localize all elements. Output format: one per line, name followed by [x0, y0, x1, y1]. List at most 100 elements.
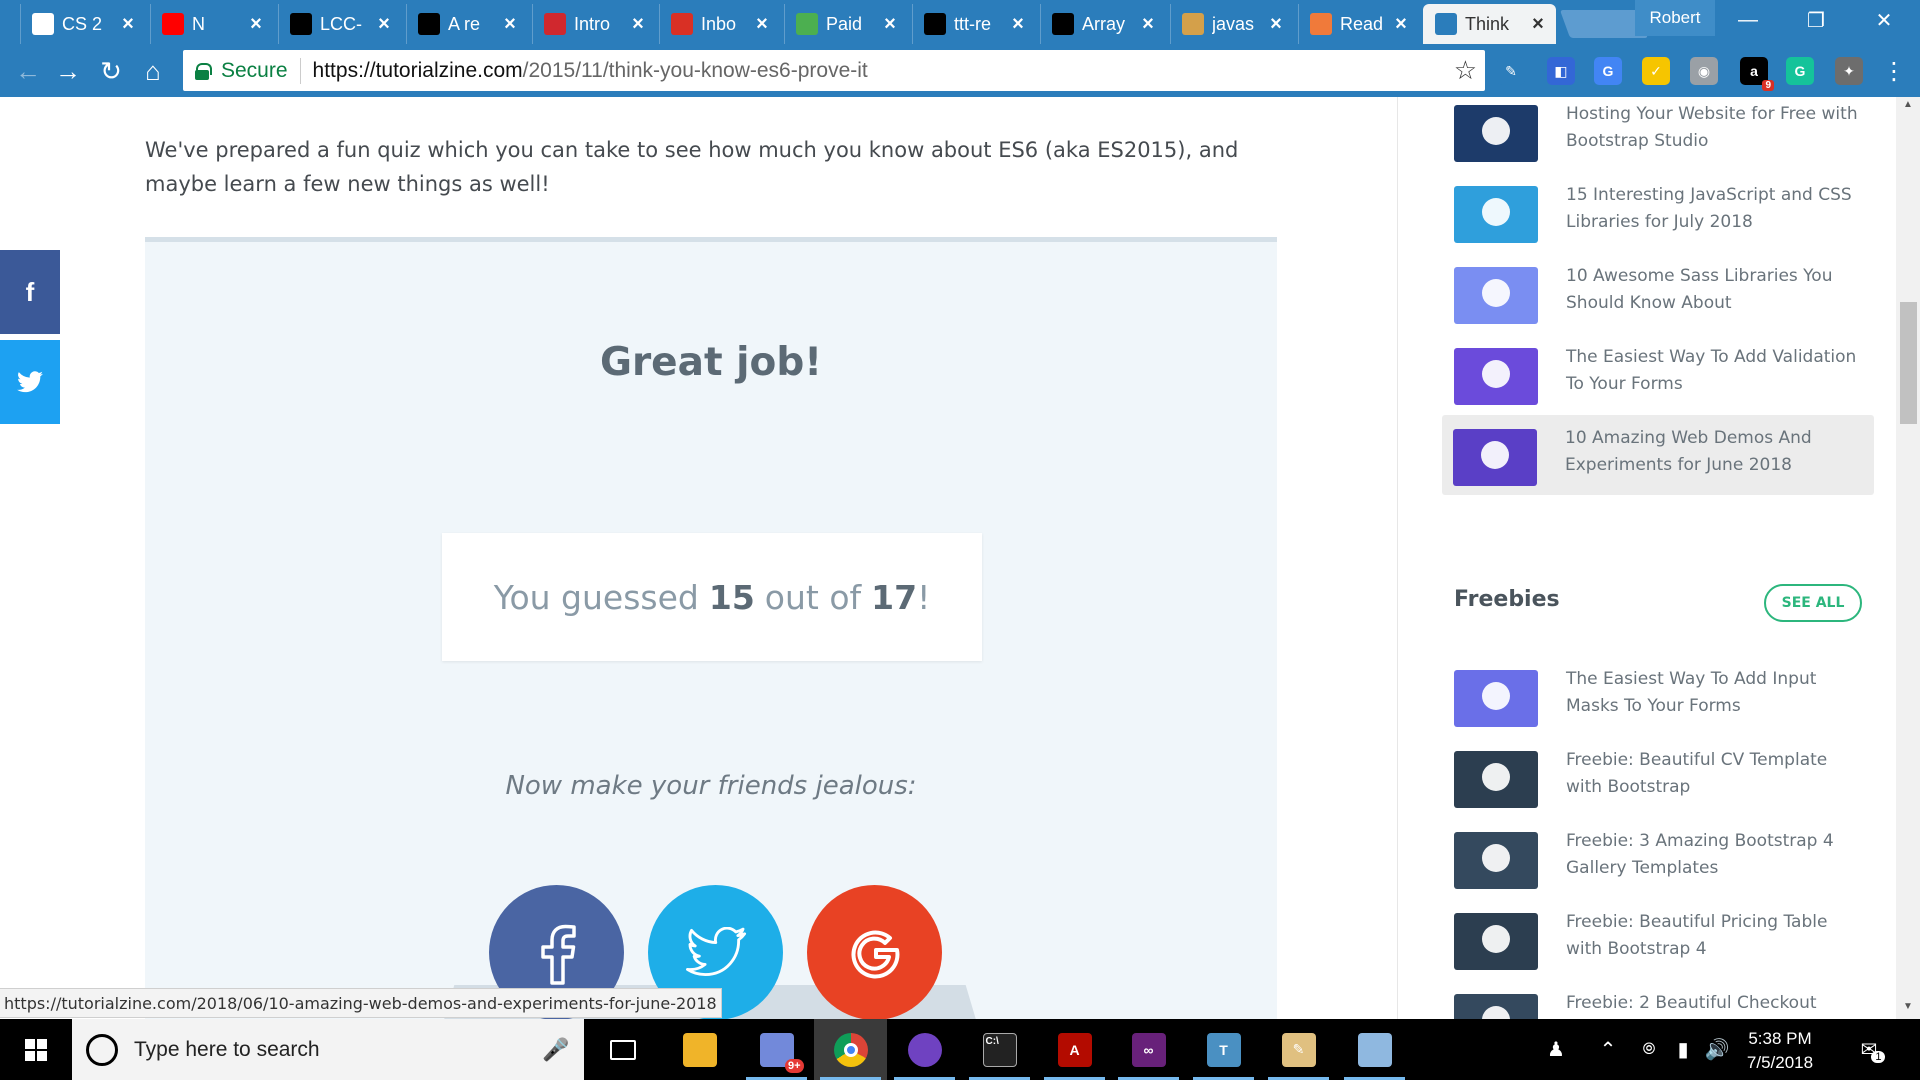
- article-title: Freebie: 2 Beautiful Checkout Forms: [1566, 993, 1817, 1013]
- taskbar-photos[interactable]: [1338, 1019, 1411, 1080]
- browser-tab[interactable]: LCC- ×: [278, 4, 402, 44]
- browser-tab[interactable]: CS 2 ×: [20, 4, 146, 44]
- wifi-icon[interactable]: ⦾: [1632, 1019, 1666, 1080]
- tab-close-icon[interactable]: ×: [500, 13, 520, 36]
- home-icon[interactable]: ⌂: [133, 51, 173, 91]
- facebook-icon: [540, 924, 576, 985]
- score-prefix: You guessed: [493, 577, 699, 617]
- url-host: https://tutorialzine.com: [312, 58, 523, 82]
- system-clock[interactable]: 5:38 PM 7/5/2018: [1730, 1027, 1830, 1075]
- article-title: The Easiest Way To Add Validation To You…: [1566, 347, 1857, 394]
- scroll-up-arrow-icon[interactable]: ▲: [1896, 99, 1920, 115]
- browser-tab[interactable]: A re ×: [406, 4, 528, 44]
- puzzle-icon[interactable]: ✦: [1835, 57, 1863, 85]
- profile-button[interactable]: Robert: [1635, 0, 1715, 36]
- taskbar-file-explorer[interactable]: [663, 1019, 736, 1080]
- start-button[interactable]: [0, 1019, 72, 1080]
- page-scrollbar[interactable]: ▲ ▼: [1896, 97, 1920, 1019]
- sidebar-article-link[interactable]: Freebie: 2 Beautiful Checkout Forms: [1443, 980, 1873, 1019]
- sidebar-article-link[interactable]: Hosting Your Website for Free with Boots…: [1443, 97, 1873, 171]
- grammarly-icon[interactable]: G: [1786, 57, 1814, 85]
- reload-icon[interactable]: ↻: [91, 51, 131, 91]
- sidebar-article-link[interactable]: 10 Amazing Web Demos And Experiments for…: [1442, 415, 1874, 495]
- address-bar[interactable]: Secure https://tutorialzine.com/2015/11/…: [183, 50, 1485, 91]
- see-all-button[interactable]: SEE ALL: [1764, 584, 1862, 622]
- tab-title: N: [192, 13, 205, 34]
- taskbar-acrobat[interactable]: A: [1038, 1019, 1111, 1080]
- google-translate-icon[interactable]: G: [1594, 57, 1622, 85]
- pen-icon[interactable]: ✎: [1497, 57, 1525, 85]
- article-title: Freebie: Beautiful CV Template with Boot…: [1566, 750, 1828, 797]
- discord-icon: 9+: [759, 1032, 804, 1073]
- task-view-button[interactable]: [586, 1019, 659, 1080]
- taskbar-chrome[interactable]: [814, 1019, 887, 1080]
- facebook-share-icon[interactable]: f: [0, 250, 60, 334]
- restore-button[interactable]: ❐: [1782, 0, 1850, 40]
- taskbar-typora[interactable]: T: [1187, 1019, 1260, 1080]
- tab-close-icon[interactable]: ×: [880, 13, 900, 36]
- close-window-button[interactable]: ✕: [1850, 0, 1918, 40]
- translate-box-icon[interactable]: ◧: [1547, 57, 1575, 85]
- zotero-icon: [544, 13, 566, 35]
- tab-close-icon[interactable]: ×: [752, 13, 772, 36]
- norton-icon[interactable]: ✓: [1642, 57, 1670, 85]
- tab-close-icon[interactable]: ×: [1391, 13, 1411, 36]
- bookmark-star-icon[interactable]: ☆: [1454, 55, 1477, 86]
- browser-tab[interactable]: Think ×: [1423, 4, 1556, 44]
- browser-tab[interactable]: Intro ×: [532, 4, 656, 44]
- taskbar-visual-studio[interactable]: ∞: [1112, 1019, 1185, 1080]
- tab-close-icon[interactable]: ×: [628, 13, 648, 36]
- tab-close-icon[interactable]: ×: [1266, 13, 1286, 36]
- sidebar-article-link[interactable]: 10 Awesome Sass Libraries You Should Kno…: [1443, 253, 1873, 333]
- article-thumbnail: [1454, 670, 1538, 727]
- sidebar-divider: [1397, 97, 1398, 1019]
- tab-close-icon[interactable]: ×: [1008, 13, 1028, 36]
- taskbar-terminal[interactable]: C:\: [963, 1019, 1036, 1080]
- volume-icon[interactable]: 🔊: [1700, 1019, 1734, 1080]
- sidebar-article-link[interactable]: Freebie: Beautiful Pricing Table with Bo…: [1443, 899, 1873, 979]
- tab-close-icon[interactable]: ×: [1138, 13, 1158, 36]
- battery-icon[interactable]: ▮: [1666, 1019, 1700, 1080]
- article-title: 10 Awesome Sass Libraries You Should Kno…: [1566, 266, 1833, 313]
- sidebar-article-link[interactable]: 15 Interesting JavaScript and CSS Librar…: [1443, 172, 1873, 252]
- taskbar-discord[interactable]: 9+: [740, 1019, 813, 1080]
- sidebar-article-link[interactable]: Freebie: 3 Amazing Bootstrap 4 Gallery T…: [1443, 818, 1873, 898]
- scroll-down-arrow-icon[interactable]: ▼: [1896, 1001, 1920, 1017]
- action-center-icon[interactable]: ✉ 1: [1848, 1019, 1898, 1080]
- chrome-menu-icon[interactable]: ⋮: [1874, 51, 1914, 91]
- taskbar-github-desktop[interactable]: [888, 1019, 961, 1080]
- tab-close-icon[interactable]: ×: [374, 13, 394, 36]
- tab-close-icon[interactable]: ×: [246, 13, 266, 36]
- scrollbar-thumb[interactable]: [1900, 302, 1917, 424]
- sidebar-article-link[interactable]: The Easiest Way To Add Input Masks To Yo…: [1443, 656, 1873, 736]
- taskbar-search-box[interactable]: Type here to search 🎤: [72, 1019, 584, 1080]
- thumbnail-emblem-icon: [1481, 441, 1509, 469]
- browser-tab[interactable]: Inbo ×: [659, 4, 780, 44]
- thumbnail-emblem-icon: [1482, 925, 1510, 953]
- browser-tab[interactable]: ttt-re ×: [912, 4, 1036, 44]
- file-explorer-icon: [682, 1032, 717, 1067]
- camera-icon[interactable]: ◉: [1690, 57, 1718, 85]
- lock-icon: [195, 62, 212, 80]
- tray-chevron-icon[interactable]: ⌃: [1590, 1019, 1626, 1080]
- browser-tab[interactable]: Array ×: [1040, 4, 1166, 44]
- google-share-button[interactable]: [807, 885, 942, 1019]
- minimize-button[interactable]: —: [1714, 0, 1782, 40]
- people-icon[interactable]: ♟: [1536, 1019, 1576, 1080]
- twitter-share-icon[interactable]: [0, 340, 60, 424]
- tab-close-icon[interactable]: ×: [118, 13, 138, 36]
- amazon-icon[interactable]: a9: [1740, 57, 1774, 91]
- omnibox-divider: [299, 57, 301, 84]
- browser-tab[interactable]: N ×: [150, 4, 274, 44]
- sidebar-article-link[interactable]: The Easiest Way To Add Validation To You…: [1443, 334, 1873, 414]
- browser-tab[interactable]: Paid ×: [784, 4, 908, 44]
- back-icon[interactable]: ←: [8, 51, 48, 91]
- tab-close-icon[interactable]: ×: [1528, 13, 1548, 36]
- article-thumbnail: [1454, 348, 1538, 405]
- taskbar-paint[interactable]: ✎: [1262, 1019, 1335, 1080]
- browser-tab[interactable]: javas ×: [1170, 4, 1294, 44]
- browser-tab[interactable]: Read ×: [1298, 4, 1419, 44]
- microphone-icon[interactable]: 🎤: [542, 1037, 584, 1063]
- sidebar-article-link[interactable]: Freebie: Beautiful CV Template with Boot…: [1443, 737, 1873, 817]
- forward-icon[interactable]: →: [48, 51, 88, 91]
